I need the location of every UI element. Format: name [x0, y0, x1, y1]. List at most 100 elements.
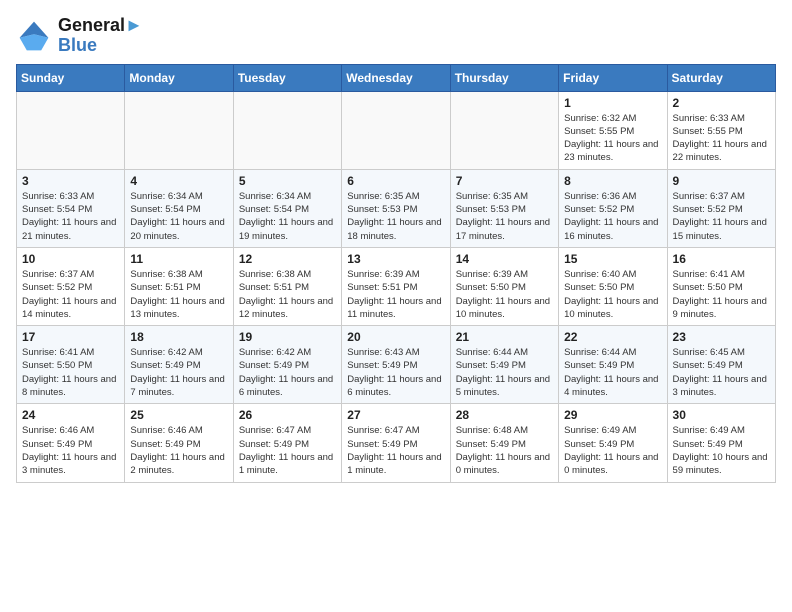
- day-info: Sunrise: 6:34 AM Sunset: 5:54 PM Dayligh…: [239, 190, 336, 243]
- day-info: Sunrise: 6:46 AM Sunset: 5:49 PM Dayligh…: [22, 424, 119, 477]
- day-info: Sunrise: 6:43 AM Sunset: 5:49 PM Dayligh…: [347, 346, 444, 399]
- calendar-week-row: 17Sunrise: 6:41 AM Sunset: 5:50 PM Dayli…: [17, 326, 776, 404]
- calendar-cell: 3Sunrise: 6:33 AM Sunset: 5:54 PM Daylig…: [17, 169, 125, 247]
- calendar-cell: 12Sunrise: 6:38 AM Sunset: 5:51 PM Dayli…: [233, 247, 341, 325]
- calendar-cell: 14 Sunrise: 6:39 AM Sunset: 5:50 PM Dayli…: [450, 247, 558, 325]
- calendar-week-row: 10Sunrise: 6:37 AM Sunset: 5:52 PM Dayli…: [17, 247, 776, 325]
- day-info: Sunrise: 6:40 AM Sunset: 5:50 PM Dayligh…: [564, 268, 661, 321]
- day-number: 21: [456, 330, 553, 344]
- calendar-cell: [233, 91, 341, 169]
- calendar-week-row: 24 Sunrise: 6:46 AM Sunset: 5:49 PM Dayli…: [17, 404, 776, 482]
- day-number: 25: [130, 408, 227, 422]
- calendar-cell: 9 Sunrise: 6:37 AM Sunset: 5:52 PM Daylig…: [667, 169, 775, 247]
- day-number: 23: [673, 330, 770, 344]
- day-number: 4: [130, 174, 227, 188]
- day-info: Sunrise: 6:47 AM Sunset: 5:49 PM Dayligh…: [347, 424, 444, 477]
- day-info: Sunrise: 6:34 AM Sunset: 5:54 PM Dayligh…: [130, 190, 227, 243]
- day-number: 1: [564, 96, 661, 110]
- weekday-header: Monday: [125, 64, 233, 91]
- day-number: 18: [130, 330, 227, 344]
- calendar-cell: [17, 91, 125, 169]
- calendar-cell: 8 Sunrise: 6:36 AM Sunset: 5:52 PM Daylig…: [559, 169, 667, 247]
- day-number: 14: [456, 252, 553, 266]
- day-number: 9: [673, 174, 770, 188]
- day-info: Sunrise: 6:49 AM Sunset: 5:49 PM Dayligh…: [673, 424, 770, 477]
- day-number: 30: [673, 408, 770, 422]
- day-info: Sunrise: 6:32 AM Sunset: 5:55 PM Dayligh…: [564, 112, 661, 165]
- day-number: 11: [130, 252, 227, 266]
- logo-icon: [16, 18, 52, 54]
- day-number: 24: [22, 408, 119, 422]
- calendar-cell: 26 Sunrise: 6:47 AM Sunset: 5:49 PM Dayli…: [233, 404, 341, 482]
- day-info: Sunrise: 6:42 AM Sunset: 5:49 PM Dayligh…: [130, 346, 227, 399]
- day-number: 15: [564, 252, 661, 266]
- day-number: 19: [239, 330, 336, 344]
- calendar-cell: [125, 91, 233, 169]
- calendar-cell: 22 Sunrise: 6:44 AM Sunset: 5:49 PM Dayli…: [559, 326, 667, 404]
- calendar-cell: 2 Sunrise: 6:33 AM Sunset: 5:55 PM Daylig…: [667, 91, 775, 169]
- day-info: Sunrise: 6:37 AM Sunset: 5:52 PM Dayligh…: [673, 190, 770, 243]
- day-number: 3: [22, 174, 119, 188]
- day-info: Sunrise: 6:38 AM Sunset: 5:51 PM Dayligh…: [239, 268, 336, 321]
- calendar-cell: 28Sunrise: 6:48 AM Sunset: 5:49 PM Dayli…: [450, 404, 558, 482]
- calendar-cell: 13Sunrise: 6:39 AM Sunset: 5:51 PM Dayli…: [342, 247, 450, 325]
- day-number: 22: [564, 330, 661, 344]
- calendar-cell: 25 Sunrise: 6:46 AM Sunset: 5:49 PM Dayli…: [125, 404, 233, 482]
- calendar-cell: 21 Sunrise: 6:44 AM Sunset: 5:49 PM Dayli…: [450, 326, 558, 404]
- calendar-cell: 30 Sunrise: 6:49 AM Sunset: 5:49 PM Dayli…: [667, 404, 775, 482]
- day-info: Sunrise: 6:47 AM Sunset: 5:49 PM Dayligh…: [239, 424, 336, 477]
- calendar-cell: 11 Sunrise: 6:38 AM Sunset: 5:51 PM Dayli…: [125, 247, 233, 325]
- weekday-header-row: SundayMondayTuesdayWednesdayThursdayFrid…: [17, 64, 776, 91]
- calendar-cell: [342, 91, 450, 169]
- logo: General► Blue: [16, 16, 143, 56]
- day-info: Sunrise: 6:35 AM Sunset: 5:53 PM Dayligh…: [347, 190, 444, 243]
- day-info: Sunrise: 6:33 AM Sunset: 5:55 PM Dayligh…: [673, 112, 770, 165]
- day-info: Sunrise: 6:41 AM Sunset: 5:50 PM Dayligh…: [673, 268, 770, 321]
- day-info: Sunrise: 6:38 AM Sunset: 5:51 PM Dayligh…: [130, 268, 227, 321]
- day-number: 5: [239, 174, 336, 188]
- day-info: Sunrise: 6:35 AM Sunset: 5:53 PM Dayligh…: [456, 190, 553, 243]
- day-number: 17: [22, 330, 119, 344]
- day-info: Sunrise: 6:39 AM Sunset: 5:51 PM Dayligh…: [347, 268, 444, 321]
- day-info: Sunrise: 6:44 AM Sunset: 5:49 PM Dayligh…: [456, 346, 553, 399]
- day-number: 16: [673, 252, 770, 266]
- calendar-cell: 10Sunrise: 6:37 AM Sunset: 5:52 PM Dayli…: [17, 247, 125, 325]
- calendar-cell: 29Sunrise: 6:49 AM Sunset: 5:49 PM Dayli…: [559, 404, 667, 482]
- weekday-header: Sunday: [17, 64, 125, 91]
- weekday-header: Wednesday: [342, 64, 450, 91]
- day-number: 7: [456, 174, 553, 188]
- calendar-cell: 17Sunrise: 6:41 AM Sunset: 5:50 PM Dayli…: [17, 326, 125, 404]
- day-info: Sunrise: 6:39 AM Sunset: 5:50 PM Dayligh…: [456, 268, 553, 321]
- calendar-week-row: 1 Sunrise: 6:32 AM Sunset: 5:55 PM Daylig…: [17, 91, 776, 169]
- calendar-cell: 23 Sunrise: 6:45 AM Sunset: 5:49 PM Dayli…: [667, 326, 775, 404]
- day-number: 26: [239, 408, 336, 422]
- weekday-header: Friday: [559, 64, 667, 91]
- day-info: Sunrise: 6:45 AM Sunset: 5:49 PM Dayligh…: [673, 346, 770, 399]
- weekday-header: Thursday: [450, 64, 558, 91]
- day-number: 2: [673, 96, 770, 110]
- day-info: Sunrise: 6:49 AM Sunset: 5:49 PM Dayligh…: [564, 424, 661, 477]
- day-number: 6: [347, 174, 444, 188]
- day-info: Sunrise: 6:42 AM Sunset: 5:49 PM Dayligh…: [239, 346, 336, 399]
- day-info: Sunrise: 6:36 AM Sunset: 5:52 PM Dayligh…: [564, 190, 661, 243]
- page-header: General► Blue: [16, 16, 776, 56]
- calendar-cell: 16 Sunrise: 6:41 AM Sunset: 5:50 PM Dayli…: [667, 247, 775, 325]
- weekday-header: Tuesday: [233, 64, 341, 91]
- calendar-cell: 4 Sunrise: 6:34 AM Sunset: 5:54 PM Daylig…: [125, 169, 233, 247]
- calendar-week-row: 3Sunrise: 6:33 AM Sunset: 5:54 PM Daylig…: [17, 169, 776, 247]
- calendar-cell: 6 Sunrise: 6:35 AM Sunset: 5:53 PM Daylig…: [342, 169, 450, 247]
- day-number: 8: [564, 174, 661, 188]
- logo-text: General► Blue: [58, 16, 143, 56]
- day-info: Sunrise: 6:44 AM Sunset: 5:49 PM Dayligh…: [564, 346, 661, 399]
- day-number: 10: [22, 252, 119, 266]
- calendar-cell: 5 Sunrise: 6:34 AM Sunset: 5:54 PM Daylig…: [233, 169, 341, 247]
- calendar-cell: 1 Sunrise: 6:32 AM Sunset: 5:55 PM Daylig…: [559, 91, 667, 169]
- day-number: 27: [347, 408, 444, 422]
- day-number: 28: [456, 408, 553, 422]
- calendar-cell: 19 Sunrise: 6:42 AM Sunset: 5:49 PM Dayli…: [233, 326, 341, 404]
- day-number: 20: [347, 330, 444, 344]
- calendar-cell: 20 Sunrise: 6:43 AM Sunset: 5:49 PM Dayli…: [342, 326, 450, 404]
- calendar-cell: 7 Sunrise: 6:35 AM Sunset: 5:53 PM Daylig…: [450, 169, 558, 247]
- day-info: Sunrise: 6:46 AM Sunset: 5:49 PM Dayligh…: [130, 424, 227, 477]
- calendar-table: SundayMondayTuesdayWednesdayThursdayFrid…: [16, 64, 776, 483]
